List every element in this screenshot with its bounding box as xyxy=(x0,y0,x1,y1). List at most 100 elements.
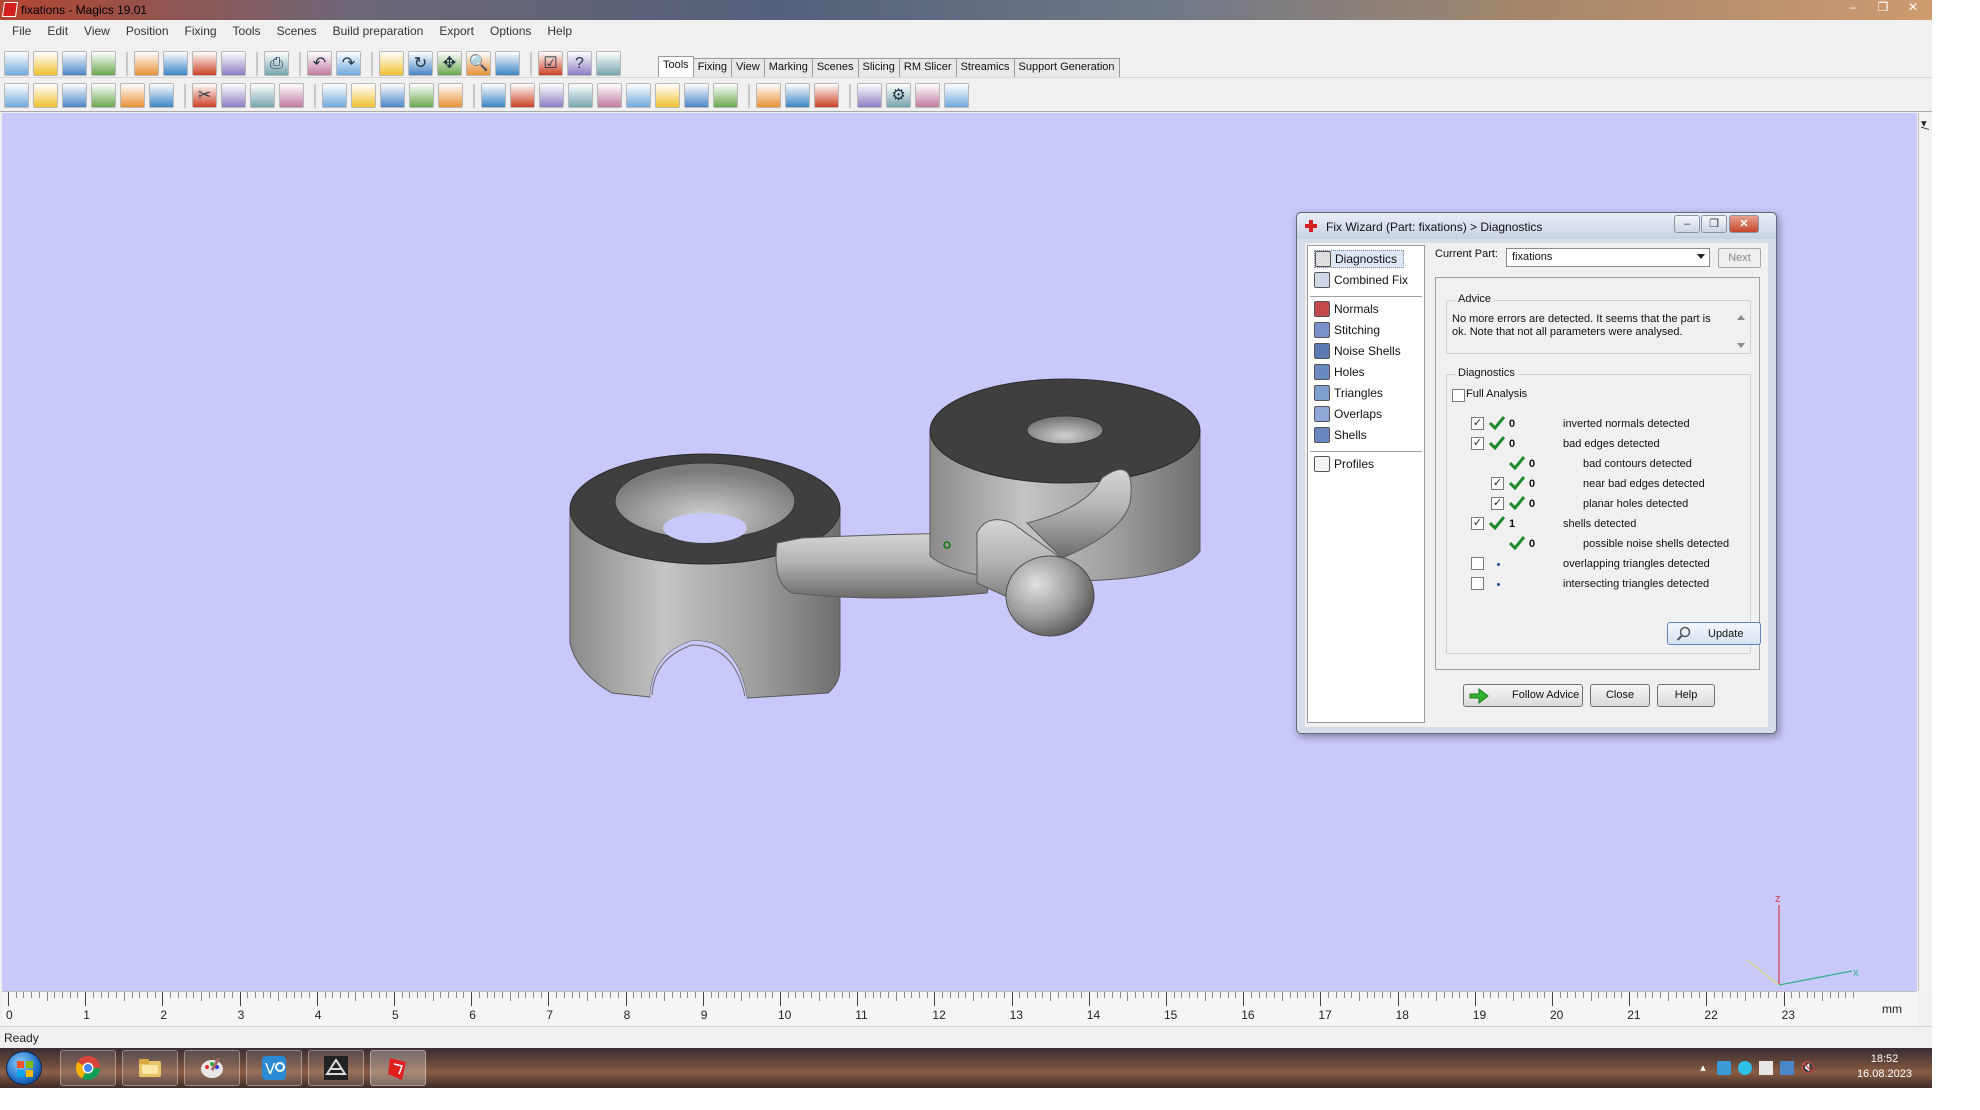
taskbar-paint[interactable] xyxy=(184,1050,240,1086)
redo-icon[interactable]: ↷ xyxy=(336,51,361,76)
taskbar-magics[interactable] xyxy=(370,1050,426,1086)
cut-icon[interactable]: ✂ xyxy=(192,83,217,108)
nav-holes[interactable]: Holes xyxy=(1314,363,1365,381)
diagnostic-checkbox[interactable]: ✓ xyxy=(1491,497,1504,510)
wireframe-icon[interactable] xyxy=(655,83,680,108)
rotate-icon[interactable] xyxy=(62,83,87,108)
close-button[interactable]: ✕ xyxy=(1902,0,1924,16)
part-properties-icon[interactable] xyxy=(279,83,304,108)
diagnostic-checkbox[interactable] xyxy=(1471,577,1484,590)
help-button[interactable]: Help xyxy=(1657,684,1715,707)
menu-position[interactable]: Position xyxy=(118,24,177,38)
save-icon[interactable] xyxy=(62,51,87,76)
copy-icon[interactable] xyxy=(221,83,246,108)
dialog-maximize-button[interactable]: ❐ xyxy=(1701,215,1727,233)
sphere-icon[interactable] xyxy=(380,83,405,108)
translate-icon[interactable] xyxy=(4,83,29,108)
close-dialog-button[interactable]: Close xyxy=(1590,684,1650,707)
dialog-minimize-button[interactable]: – xyxy=(1674,215,1700,233)
start-button[interactable] xyxy=(6,1051,42,1085)
nav-triangles[interactable]: Triangles xyxy=(1314,384,1383,402)
offset-icon[interactable] xyxy=(857,83,882,108)
view-back-icon[interactable] xyxy=(510,83,535,108)
globe-tray-icon[interactable] xyxy=(1738,1061,1752,1075)
diagnostic-checkbox[interactable]: ✓ xyxy=(1471,517,1484,530)
explode-icon[interactable] xyxy=(713,83,738,108)
tab-streamics[interactable]: Streamics xyxy=(955,58,1015,77)
shaded-icon[interactable] xyxy=(626,83,651,108)
next-button[interactable]: Next xyxy=(1718,248,1761,268)
monitor-tray-icon[interactable] xyxy=(1780,1061,1794,1075)
tab-tools[interactable]: Tools xyxy=(658,56,694,77)
section-icon[interactable] xyxy=(684,83,709,108)
view-front-icon[interactable] xyxy=(481,83,506,108)
box-icon[interactable] xyxy=(351,83,376,108)
save-part-icon[interactable] xyxy=(163,51,188,76)
menu-file[interactable]: File xyxy=(4,24,39,38)
diagnostic-checkbox[interactable]: ✓ xyxy=(1471,417,1484,430)
flag-tray-icon[interactable] xyxy=(1759,1061,1773,1075)
menu-scenes[interactable]: Scenes xyxy=(269,24,325,38)
minimize-button[interactable]: – xyxy=(1842,0,1864,16)
network-tray-icon[interactable] xyxy=(1717,1061,1731,1075)
context-help-icon[interactable] xyxy=(596,51,621,76)
duplicate-icon[interactable] xyxy=(149,83,174,108)
unload-part-icon[interactable] xyxy=(221,51,246,76)
tab-support-generation[interactable]: Support Generation xyxy=(1013,58,1120,77)
diagnostic-checkbox[interactable]: ✓ xyxy=(1491,477,1504,490)
zoom-icon[interactable]: 🔍 xyxy=(466,51,491,76)
dialog-close-button[interactable]: ✕ xyxy=(1729,215,1759,233)
export-part-icon[interactable] xyxy=(192,51,217,76)
nav-shells[interactable]: Shells xyxy=(1314,426,1367,444)
taskbar-cad[interactable] xyxy=(308,1050,364,1086)
taskbar-chrome[interactable] xyxy=(60,1050,116,1086)
undo-icon[interactable]: ↶ xyxy=(307,51,332,76)
open-folder-icon[interactable] xyxy=(33,51,58,76)
checklist-icon[interactable]: ☑ xyxy=(538,51,563,76)
cone-icon[interactable] xyxy=(438,83,463,108)
gear-icon[interactable]: ⚙ xyxy=(886,83,911,108)
rotate-to-default-icon[interactable] xyxy=(91,83,116,108)
mesh-icon[interactable] xyxy=(785,83,810,108)
viewport-side-bar[interactable]: ▸/ xyxy=(1918,113,1932,991)
show-hidden-icons-icon[interactable]: ▴ xyxy=(1696,1061,1710,1075)
translate-to-default-icon[interactable] xyxy=(33,83,58,108)
current-part-select[interactable]: fixations xyxy=(1506,248,1710,267)
layers-icon[interactable] xyxy=(915,83,940,108)
menu-build-preparation[interactable]: Build preparation xyxy=(325,24,432,38)
tab-rm-slicer[interactable]: RM Slicer xyxy=(898,58,957,77)
view-side-icon[interactable] xyxy=(539,83,564,108)
tab-slicing[interactable]: Slicing xyxy=(857,58,900,77)
nav-overlaps[interactable]: Overlaps xyxy=(1314,405,1382,423)
volume-muted-icon[interactable]: 🔇 xyxy=(1801,1061,1815,1075)
measure-icon[interactable] xyxy=(322,83,347,108)
menu-export[interactable]: Export xyxy=(431,24,482,38)
cylinder-icon[interactable] xyxy=(409,83,434,108)
scroll-up-icon[interactable] xyxy=(1737,315,1745,320)
mirror-icon[interactable] xyxy=(120,83,145,108)
rotate-view-icon[interactable]: ↻ xyxy=(408,51,433,76)
follow-advice-button[interactable]: Follow Advice xyxy=(1463,684,1583,707)
clock[interactable]: 18:52 16.08.2023 xyxy=(1857,1052,1912,1082)
nav-normals[interactable]: Normals xyxy=(1314,300,1379,318)
tab-marking[interactable]: Marking xyxy=(763,58,813,77)
pan-icon[interactable]: ✥ xyxy=(437,51,462,76)
menu-help[interactable]: Help xyxy=(539,24,580,38)
taskbar-vault[interactable]: V xyxy=(246,1050,302,1086)
zoom-window-icon[interactable] xyxy=(495,51,520,76)
nav-stitching[interactable]: Stitching xyxy=(1314,321,1380,339)
menu-edit[interactable]: Edit xyxy=(39,24,76,38)
print-icon[interactable]: ⎙ xyxy=(264,51,289,76)
tab-view[interactable]: View xyxy=(731,58,765,77)
taskbar-explorer[interactable] xyxy=(122,1050,178,1086)
maximize-button[interactable]: ❐ xyxy=(1872,0,1894,16)
view-top-icon[interactable] xyxy=(568,83,593,108)
support-icon[interactable] xyxy=(944,83,969,108)
menu-tools[interactable]: Tools xyxy=(225,24,269,38)
dialog-title-bar[interactable]: Fix Wizard (Part: fixations) > Diagnosti… xyxy=(1297,213,1776,239)
nav-diagnostics[interactable]: Diagnostics xyxy=(1314,250,1405,268)
full-analysis-checkbox[interactable] xyxy=(1452,389,1465,402)
menu-fixing[interactable]: Fixing xyxy=(177,24,225,38)
scroll-down-icon[interactable] xyxy=(1737,343,1745,348)
fix-wizard-icon[interactable] xyxy=(756,83,781,108)
